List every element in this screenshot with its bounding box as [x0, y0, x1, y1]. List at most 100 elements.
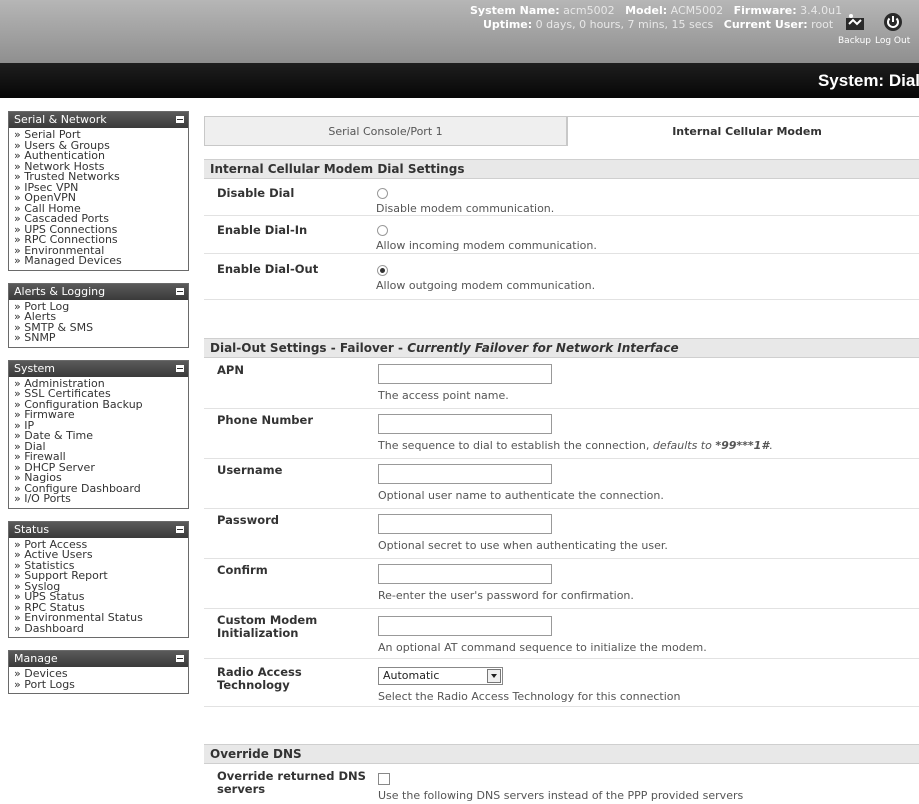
- menu-title: Status: [14, 522, 50, 536]
- username-label: Username: [217, 463, 283, 477]
- radio-tech-row: Radio Access Technology Automatic Select …: [204, 658, 919, 707]
- username-input[interactable]: [378, 464, 552, 484]
- sidebar-item-firmware[interactable]: » Firmware: [14, 409, 188, 421]
- sidebar-item-managed-devices[interactable]: » Managed Devices: [14, 255, 188, 267]
- confirm-desc: Re-enter the user's password for confirm…: [378, 589, 634, 602]
- sidebar-item-snmp[interactable]: » SNMP: [14, 332, 188, 344]
- radio-tech-label-line1: Radio Access: [217, 665, 302, 679]
- confirm-label: Confirm: [217, 563, 268, 577]
- radio-tech-label: Radio Access Technology: [217, 666, 302, 692]
- uptime-value: 0 days, 0 hours, 7 mins, 15 secs: [535, 18, 714, 31]
- custom-init-input[interactable]: [378, 616, 552, 636]
- section-title-italic: Currently Failover for Network Interface: [407, 341, 679, 355]
- enable-dial-out-label: Enable Dial-Out: [217, 262, 319, 276]
- override-dns-row: Override returned DNS servers Use the fol…: [204, 764, 919, 804]
- override-dns-section: Override DNS: [204, 744, 919, 764]
- power-icon: [883, 13, 902, 31]
- phone-number-desc: The sequence to dial to establish the co…: [378, 439, 772, 452]
- radio-tech-desc: Select the Radio Access Technology for t…: [378, 690, 681, 703]
- tab-serial-console[interactable]: Serial Console/Port 1: [204, 116, 567, 146]
- menu-serial-network: Serial & Network » Serial Port » Users &…: [8, 111, 189, 271]
- password-desc: Optional secret to use when authenticati…: [378, 539, 668, 552]
- section-title: Internal Cellular Modem Dial Settings: [204, 159, 919, 179]
- override-dns-label-line1: Override returned DNS: [217, 769, 366, 783]
- enable-dial-out-desc: Allow outgoing modem communication.: [376, 279, 596, 292]
- current-user-label: Current User:: [723, 18, 808, 31]
- logout-label: Log Out: [875, 36, 911, 46]
- confirm-input[interactable]: [378, 564, 552, 584]
- menu-header[interactable]: Status: [9, 521, 188, 538]
- menu-title: Serial & Network: [14, 113, 107, 126]
- dialout-settings-section: Dial-Out Settings - Failover - Currently…: [204, 338, 919, 358]
- phone-number-row: Phone Number The sequence to dial to est…: [204, 408, 919, 459]
- username-desc: Optional user name to authenticate the c…: [378, 489, 664, 502]
- radio-tech-label-line2: Technology: [217, 678, 290, 692]
- custom-init-label: Custom Modem Initialization: [217, 614, 317, 640]
- sidebar: Serial & Network » Serial Port » Users &…: [8, 111, 189, 706]
- collapse-icon[interactable]: [176, 287, 184, 295]
- menu-header[interactable]: Manage: [9, 651, 188, 667]
- backup-label: Backup: [838, 36, 871, 46]
- enable-dial-out-row: Enable Dial-Out Allow outgoing modem com…: [204, 253, 919, 300]
- collapse-icon[interactable]: [176, 655, 184, 662]
- firmware-value: 3.4.0u1: [800, 4, 843, 17]
- firmware-label: Firmware:: [733, 4, 797, 17]
- model-value: ACM5002: [670, 4, 724, 17]
- override-dns-checkbox[interactable]: [378, 773, 390, 785]
- enable-dial-in-radio[interactable]: [377, 225, 388, 236]
- phone-desc-italic: defaults to: [652, 439, 716, 452]
- page-title: System: Dial: [817, 71, 919, 90]
- menu-manage: Manage » Devices » Port Logs: [8, 650, 189, 694]
- sidebar-item-dashboard[interactable]: » Dashboard: [14, 623, 188, 635]
- tab-internal-cellular-modem[interactable]: Internal Cellular Modem: [567, 116, 919, 146]
- disable-dial-desc: Disable modem communication.: [376, 202, 555, 215]
- phone-desc-default: *99***1#: [715, 439, 769, 452]
- backup-button[interactable]: Backup: [838, 12, 871, 46]
- password-input[interactable]: [378, 514, 552, 534]
- enable-dial-in-desc: Allow incoming modem communication.: [376, 239, 597, 252]
- section-title: Dial-Out Settings - Failover - Currently…: [204, 338, 919, 358]
- custom-init-desc: An optional AT command sequence to initi…: [378, 641, 707, 654]
- logout-button[interactable]: Log Out: [875, 12, 910, 46]
- chevron-down-icon[interactable]: [487, 669, 501, 683]
- radio-tech-select[interactable]: Automatic: [378, 667, 503, 685]
- phone-number-input[interactable]: [378, 414, 552, 434]
- menu-header[interactable]: Alerts & Logging: [9, 283, 188, 300]
- disable-dial-row: Disable Dial Disable modem communication…: [204, 179, 919, 216]
- section-title: Override DNS: [204, 744, 919, 764]
- custom-init-label-line2: Initialization: [217, 626, 299, 640]
- collapse-icon[interactable]: [176, 364, 184, 372]
- system-name-label: System Name:: [470, 4, 560, 17]
- username-row: Username Optional user name to authentic…: [204, 458, 919, 509]
- menu-header[interactable]: Serial & Network: [9, 112, 188, 128]
- override-dns-label: Override returned DNS servers: [217, 770, 366, 796]
- enable-dial-out-radio[interactable]: [377, 265, 388, 276]
- override-dns-desc: Use the following DNS servers instead of…: [378, 789, 744, 802]
- menu-header[interactable]: System: [9, 360, 188, 377]
- collapse-icon[interactable]: [176, 525, 184, 533]
- sidebar-item-io-ports[interactable]: » I/O Ports: [14, 493, 188, 505]
- phone-desc-end: .: [768, 439, 773, 452]
- password-label: Password: [217, 513, 279, 527]
- sidebar-item-port-logs[interactable]: » Port Logs: [14, 679, 188, 691]
- top-header: System Name: acm5002 Model: ACM5002 Firm…: [0, 0, 919, 63]
- title-bar: System: Dial: [0, 63, 919, 98]
- menu-title: Manage: [14, 652, 58, 665]
- apn-label: APN: [217, 363, 244, 377]
- tab-bar: Serial Console/Port 1 Internal Cellular …: [204, 116, 919, 146]
- disable-dial-radio[interactable]: [377, 188, 388, 199]
- radio-tech-value: Automatic: [383, 669, 440, 682]
- phone-desc-main: The sequence to dial to establish the co…: [378, 439, 653, 452]
- uptime-label: Uptime:: [483, 18, 533, 31]
- menu-alerts-logging: Alerts & Logging » Port Log » Alerts » S…: [8, 282, 189, 348]
- phone-number-label: Phone Number: [217, 413, 314, 427]
- system-info: System Name: acm5002 Model: ACM5002 Firm…: [470, 4, 842, 32]
- menu-title: System: [14, 361, 56, 375]
- override-dns-label-line2: servers: [217, 782, 266, 796]
- current-user-value: root: [811, 18, 834, 31]
- enable-dial-in-label: Enable Dial-In: [217, 223, 308, 237]
- disable-dial-label: Disable Dial: [217, 186, 295, 200]
- apn-input[interactable]: [378, 364, 552, 384]
- collapse-icon[interactable]: [176, 116, 184, 123]
- dial-settings-section: Internal Cellular Modem Dial Settings: [204, 159, 919, 179]
